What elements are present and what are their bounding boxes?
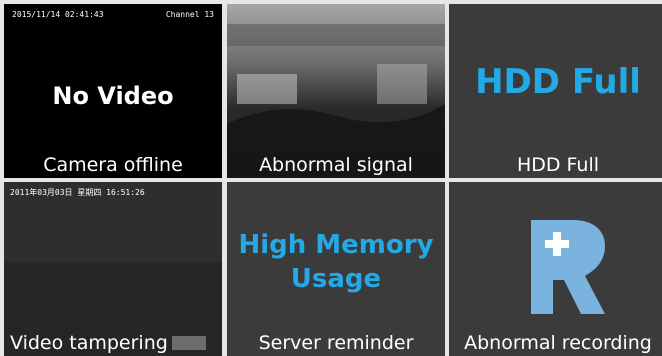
tile-caption: Server reminder xyxy=(258,332,414,354)
tile-caption: HDD Full xyxy=(516,154,600,176)
high-memory-usage-label: High Memory Usage xyxy=(227,228,445,296)
tile-caption: Abnormal recording xyxy=(464,332,652,354)
recording-alert-icon xyxy=(531,220,605,314)
osd-datetime: 2015/11/14 02:41:43 xyxy=(12,10,104,19)
hdd-full-label: HDD Full xyxy=(475,62,641,102)
tile-camera-offline[interactable]: 2015/11/14 02:41:43 Channel 13 No Video … xyxy=(4,4,222,178)
noisy-video-frame xyxy=(227,4,445,178)
overlay-line-2: Usage xyxy=(290,264,382,294)
no-video-label: No Video xyxy=(52,82,174,110)
tile-abnormal-signal[interactable]: Abnormal signal xyxy=(227,4,445,178)
tile-video-tampering[interactable]: 2011年03月03日 星期四 16:51:26 Video tampering xyxy=(4,182,222,356)
tile-caption: Video tampering xyxy=(10,332,168,354)
overlay-line-1: High Memory xyxy=(238,230,434,260)
tile-server-reminder[interactable]: High Memory Usage Server reminder xyxy=(227,182,445,356)
tile-caption: Camera offline xyxy=(43,154,183,176)
osd-datetime: 2011年03月03日 星期四 16:51:26 xyxy=(10,188,145,197)
tile-hdd-full[interactable]: HDD Full HDD Full xyxy=(449,4,662,178)
tile-caption: Abnormal signal xyxy=(259,154,413,176)
dark-video-frame xyxy=(4,182,222,356)
tile-abnormal-recording[interactable]: Abnormal recording xyxy=(449,182,662,356)
osd-channel: Channel 13 xyxy=(165,10,214,19)
